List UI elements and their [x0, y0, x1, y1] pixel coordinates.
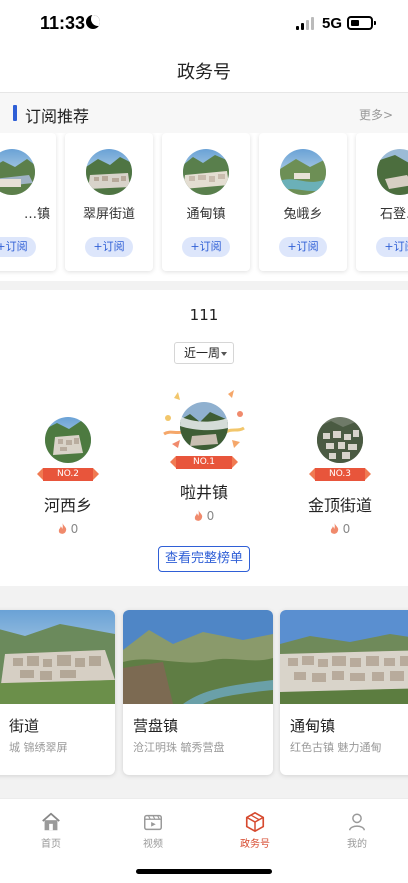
subscribe-button[interactable]: +订阅 — [279, 237, 327, 257]
town-card-desc: 红色古镇 魅力通甸 — [290, 741, 382, 754]
town-avatar — [180, 402, 228, 450]
tab-label: 视频 — [143, 839, 163, 850]
town-card-name: 街道 — [9, 717, 40, 735]
tab-label: 我的 — [347, 839, 367, 850]
video-icon — [144, 814, 162, 831]
clock: 11:33 — [40, 13, 86, 33]
town-card-desc: 沧江明珠 毓秀营盘 — [133, 741, 225, 754]
town-avatar — [377, 149, 408, 195]
subscribe-card[interactable]: 通甸镇 +订阅 — [162, 133, 250, 271]
subscribe-section: 订阅推荐 更多> …镇 +订阅 翠屏街道 +订阅 通甸镇 +订阅 兔峨乡 +订阅… — [0, 93, 408, 281]
town-avatar — [317, 417, 363, 463]
town-photo — [0, 610, 115, 704]
tab-zhengwuhao[interactable]: 政务号 — [225, 811, 285, 850]
moon-icon — [86, 15, 100, 29]
town-card-name: 营盘镇 — [133, 717, 179, 735]
podium-item-3[interactable]: NO.3 金顶街道 0 — [280, 290, 400, 550]
app-screen: 11:33 5G 政务号 订阅推荐 更多> …镇 +订阅 翠屏街道 +订阅 通甸… — [0, 0, 408, 883]
town-card-desc: 城 锦绣翠屏 — [9, 741, 68, 754]
town-card[interactable]: 营盘镇 沧江明珠 毓秀营盘 — [123, 610, 273, 775]
tab-label: 首页 — [41, 839, 61, 850]
subscribe-card[interactable]: 翠屏街道 +订阅 — [65, 133, 153, 271]
tab-home[interactable]: 首页 — [21, 811, 81, 850]
subscribe-card-name: 通甸镇 — [186, 207, 226, 222]
battery-icon — [347, 16, 376, 30]
podium-item-2[interactable]: NO.2 河西乡 0 — [8, 290, 128, 550]
person-icon — [348, 813, 366, 831]
town-avatar — [86, 149, 132, 195]
status-bar: 11:33 5G — [0, 0, 408, 48]
town-photo — [280, 610, 408, 704]
subscribe-card-name: 兔峨乡 — [283, 207, 323, 222]
flame-icon — [194, 510, 202, 521]
subscribe-button[interactable]: +订阅 — [0, 237, 36, 257]
flame-icon — [330, 523, 338, 534]
more-link[interactable]: 更多> — [359, 106, 393, 123]
subscribe-card[interactable]: 兔峨乡 +订阅 — [259, 133, 347, 271]
tab-me[interactable]: 我的 — [327, 811, 387, 850]
podium-name: 河西乡 — [43, 496, 92, 515]
town-avatar — [280, 149, 326, 195]
subscribe-card[interactable]: 石登… +订阅 — [356, 133, 408, 271]
rank-ribbon: NO.2 — [37, 468, 99, 481]
town-avatar — [183, 149, 229, 195]
subscribe-cards-row[interactable]: …镇 +订阅 翠屏街道 +订阅 通甸镇 +订阅 兔峨乡 +订阅 石登 +订 — [0, 133, 408, 281]
tab-label: 政务号 — [240, 839, 270, 850]
podium-heat: 0 — [8, 522, 128, 536]
ranking-section: 111 近一周 NO.2 河西乡 0 NO.1 啦井镇 0 NO.3 金顶街道 … — [0, 290, 408, 586]
town-card[interactable]: 通甸镇 红色古镇 魅力通甸 — [280, 610, 408, 775]
section-accent-bar — [13, 105, 17, 121]
network-label: 5G — [322, 15, 343, 32]
podium-heat: 0 — [280, 522, 400, 536]
page-header: 政务号 — [0, 48, 408, 92]
town-avatar — [0, 149, 35, 195]
subscribe-card-name: …镇 — [23, 207, 50, 222]
signal-icon — [296, 17, 316, 30]
town-card[interactable]: 街道 城 锦绣翠屏 — [0, 610, 115, 775]
subscribe-card-name: 翠屏街道 — [82, 207, 135, 222]
town-avatar — [45, 417, 91, 463]
page-title: 政务号 — [177, 62, 231, 83]
subscribe-section-title: 订阅推荐 — [25, 107, 90, 126]
cube-icon — [245, 812, 265, 832]
rank-ribbon: NO.1 — [170, 456, 238, 469]
podium-item-1[interactable]: NO.1 啦井镇 0 — [144, 290, 264, 550]
podium-name: 啦井镇 — [179, 483, 228, 502]
podium-heat-value: 0 — [342, 522, 351, 536]
podium-heat: 0 — [144, 509, 264, 523]
rank-ribbon: NO.3 — [309, 468, 371, 481]
flame-icon — [58, 523, 66, 534]
subscribe-button[interactable]: +订阅 — [85, 237, 133, 257]
town-cards-row[interactable]: 街道 城 锦绣翠屏 营盘镇 沧江明珠 毓秀营盘 通甸镇 红色古镇 魅力通甸 — [0, 598, 408, 786]
town-card-name: 通甸镇 — [290, 717, 336, 735]
podium-heat-value: 0 — [70, 522, 79, 536]
subscribe-section-header: 订阅推荐 更多> — [0, 93, 408, 133]
subscribe-button[interactable]: +订阅 — [182, 237, 230, 257]
subscribe-card[interactable]: …镇 +订阅 — [0, 133, 56, 271]
podium-heat-value: 0 — [206, 509, 215, 523]
podium-name: 金顶街道 — [307, 496, 372, 515]
tab-video[interactable]: 视频 — [123, 811, 183, 850]
subscribe-card-name: 石登… — [380, 207, 408, 222]
home-icon — [42, 812, 60, 831]
town-photo — [123, 610, 273, 704]
full-ranking-button[interactable]: 查看完整榜单 — [158, 546, 250, 572]
home-indicator — [136, 869, 272, 874]
subscribe-button[interactable]: +订阅 — [376, 237, 408, 257]
